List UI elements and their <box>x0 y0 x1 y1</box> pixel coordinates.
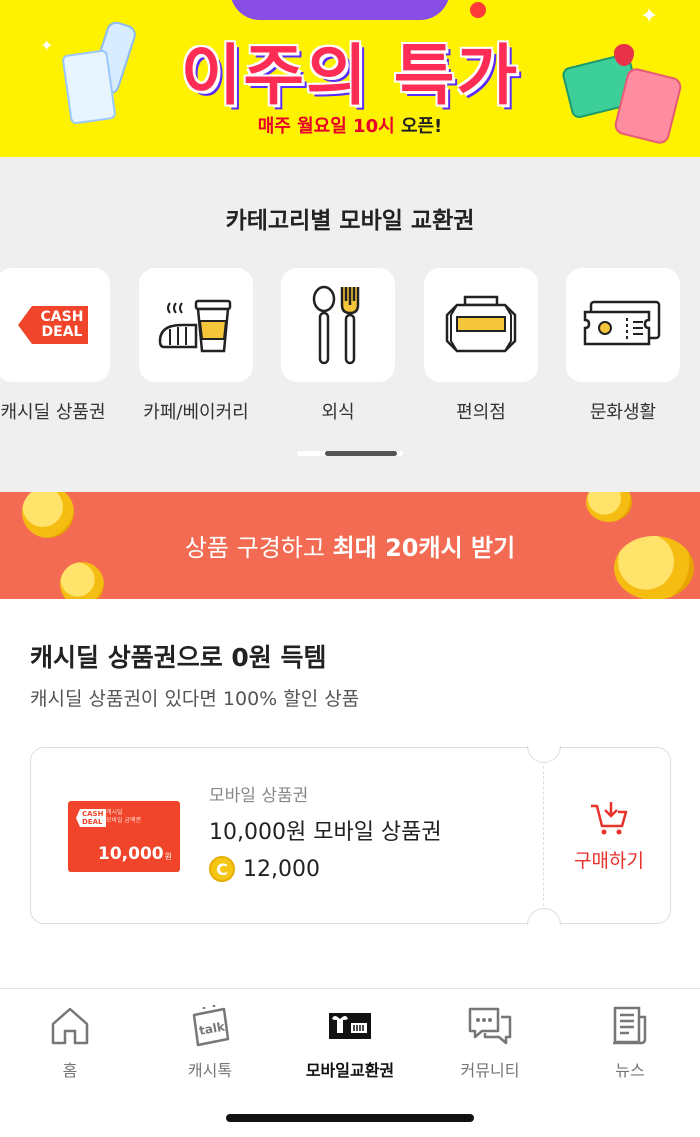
category-card <box>281 268 395 382</box>
category-item-convenience[interactable]: 편의점 <box>424 268 538 424</box>
banner-subtitle: 매주 월요일 10시 오픈! <box>0 112 700 138</box>
category-scroll-thumb[interactable] <box>325 451 397 456</box>
voucher-desc: 캐시딜 모바일 금액권 <box>106 809 141 825</box>
banner-top-decoration <box>230 0 450 20</box>
section-title: 캐시딜 상품권으로 0원 득템 <box>30 643 327 672</box>
promo-banner[interactable]: 상품 구경하고 최대 20캐시 받기 <box>0 492 700 599</box>
category-item-cafe[interactable]: 카페/베이커리 <box>139 268 253 424</box>
buy-button-label: 구매하기 <box>574 850 644 872</box>
cashdeal-icon: CASH DEAL <box>18 306 88 344</box>
talk-icon: talk <box>192 1005 230 1047</box>
buy-button[interactable]: 구매하기 <box>554 800 664 873</box>
voucher-logo: CASH DEAL <box>76 809 107 827</box>
product-category: 모바일 상품권 <box>209 786 309 806</box>
coin-icon: C <box>209 856 235 882</box>
price-value: 12,000 <box>243 856 320 882</box>
weekly-deal-banner[interactable]: ✦ ✦ 이주의 특가 매주 월요일 10시 오픈! <box>0 0 700 157</box>
nav-label: 뉴스 <box>615 1061 645 1080</box>
category-label: 문화생활 <box>589 402 657 423</box>
voucher-logo-line1: CASH <box>82 810 104 818</box>
coffee-bread-icon <box>158 299 232 353</box>
voucher-amount-value: 10,000 <box>98 844 164 864</box>
category-section-title: 카테고리별 모바일 교환권 <box>225 208 475 234</box>
voucher-amount: 10,000원 <box>98 844 172 864</box>
nav-item-community[interactable]: 커뮤니티 <box>420 1003 560 1081</box>
coupon-notch-mask <box>525 925 563 943</box>
voucher-amount-unit: 원 <box>164 852 172 861</box>
category-card: CASH DEAL <box>0 268 110 382</box>
nav-label: 커뮤니티 <box>460 1061 520 1080</box>
nav-item-cashtalk[interactable]: talk 캐시톡 <box>140 1003 280 1081</box>
spoon-fork-icon <box>312 285 360 365</box>
talk-icon-text: talk <box>198 1019 227 1037</box>
nav-item-mobile-voucher[interactable]: 모바일교환권 <box>280 1003 420 1081</box>
gift-card-icon <box>329 1013 371 1039</box>
product-coupon-card[interactable]: CASH DEAL 캐시딜 모바일 금액권 10,000원 모바일 상품권 10… <box>30 728 671 943</box>
promo-text-bold: 최대 20캐시 받기 <box>332 534 516 562</box>
banner-subtitle-highlight: 매주 월요일 10시 <box>257 116 395 137</box>
promo-text: 상품 구경하고 최대 20캐시 받기 <box>0 528 700 563</box>
category-card <box>139 268 253 382</box>
red-dot-decoration <box>470 2 486 18</box>
nav-label: 홈 <box>62 1061 78 1080</box>
section-subtitle: 캐시딜 상품권이 있다면 100% 할인 상품 <box>30 688 360 710</box>
voucher-logo-line2: DEAL <box>82 818 103 826</box>
category-label: 외식 <box>321 402 355 423</box>
voucher-desc-line1: 캐시딜 <box>106 809 123 816</box>
coupon-divider <box>543 766 544 906</box>
coupon-notch-mask <box>525 728 563 746</box>
cashdeal-badge-line2: DEAL <box>41 324 83 340</box>
category-card <box>424 268 538 382</box>
banner-subtitle-rest: 오픈! <box>394 116 443 137</box>
product-name: 10,000원 모바일 상품권 <box>209 820 442 845</box>
category-item-culture[interactable]: 문화생활 <box>566 268 680 424</box>
cart-download-icon <box>591 802 628 835</box>
product-price: C 12,000 <box>209 856 320 882</box>
category-item-cashdeal[interactable]: CASH DEAL 캐시딜 상품권 <box>0 268 110 424</box>
nav-label: 캐시톡 <box>187 1061 233 1080</box>
category-label: 카페/베이커리 <box>143 402 249 423</box>
category-label: 편의점 <box>456 402 506 423</box>
coin-decoration <box>60 562 104 599</box>
chat-icon <box>468 1007 512 1045</box>
ticket-icon <box>583 300 661 346</box>
banner-title: 이주의 특가 <box>180 37 520 114</box>
nav-item-home[interactable]: 홈 <box>0 1003 140 1081</box>
category-label: 캐시딜 상품권 <box>0 402 106 423</box>
category-section: 카테고리별 모바일 교환권 CASH DEAL 캐시딜 상품권 카페/베이커리 <box>0 157 700 492</box>
cashdeal-badge-line1: CASH <box>40 309 84 325</box>
voucher-image: CASH DEAL 캐시딜 모바일 금액권 10,000원 <box>68 801 180 872</box>
nav-item-news[interactable]: 뉴스 <box>560 1003 700 1081</box>
category-item-dining[interactable]: 외식 <box>281 268 395 424</box>
category-card <box>566 268 680 382</box>
promo-text-normal: 상품 구경하고 <box>184 534 333 562</box>
nav-label: 모바일교환권 <box>305 1061 395 1080</box>
home-indicator[interactable] <box>226 1114 474 1122</box>
coin-decoration <box>586 492 632 522</box>
voucher-desc-line2: 모바일 금액권 <box>106 817 142 824</box>
home-icon <box>51 1007 89 1045</box>
store-jars-icon <box>445 295 517 353</box>
news-icon <box>613 1006 647 1045</box>
